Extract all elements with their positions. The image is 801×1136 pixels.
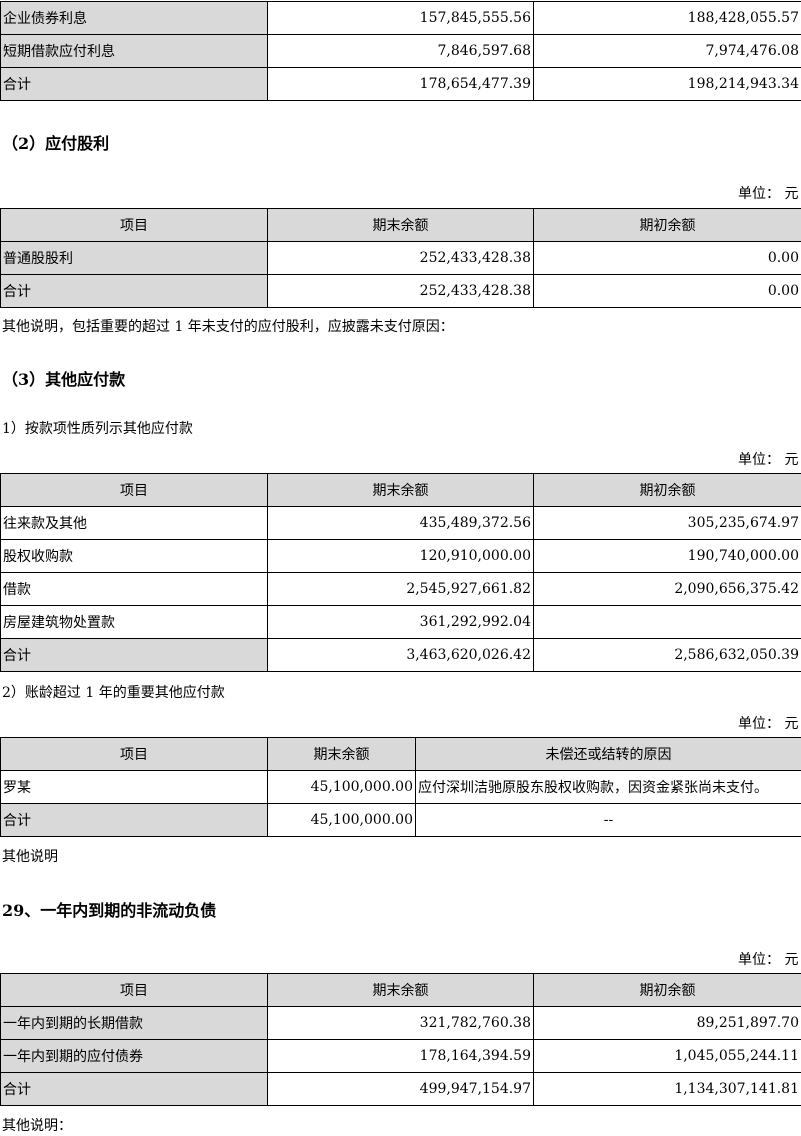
other-payables-note: 其他说明 [2, 849, 58, 865]
row-name: 股权收购款 [0, 539, 268, 573]
row-end-balance: 321,782,760.38 [267, 1006, 534, 1040]
table-header-row: 项目 期末余额 期初余额 [0, 473, 801, 507]
liabilities-note: 其他说明： [2, 1118, 72, 1134]
row-end-balance: 7,846,597.68 [267, 34, 534, 68]
row-end-balance: 157,845,555.56 [267, 1, 534, 35]
table-row: 股权收购款 120,910,000.00 190,740,000.00 [0, 539, 801, 573]
row-end-balance: 45,100,000.00 [267, 803, 416, 837]
row-begin-balance: 0.00 [533, 241, 801, 275]
dividends-note: 其他说明，包括重要的超过 1 年未支付的应付股利，应披露未支付原因： [2, 319, 454, 335]
table-header-row: 项目 期末余额 期初余额 [0, 208, 801, 242]
row-end-balance: 252,433,428.38 [267, 274, 534, 308]
row-end-balance: 3,463,620,026.42 [267, 638, 534, 672]
row-begin-balance [533, 605, 801, 639]
row-begin-balance: 2,586,632,050.39 [533, 638, 801, 672]
row-name: 一年内到期的应付债券 [0, 1039, 268, 1073]
row-name: 合计 [0, 638, 268, 672]
table-header-row: 项目 期末余额 未偿还或结转的原因 [0, 737, 801, 771]
header-item: 项目 [0, 473, 268, 507]
row-name: 借款 [0, 572, 268, 606]
row-name: 一年内到期的长期借款 [0, 1006, 268, 1040]
row-begin-balance: 89,251,897.70 [533, 1006, 801, 1040]
row-name: 房屋建筑物处置款 [0, 605, 268, 639]
row-reason: -- [415, 803, 801, 837]
unit-label: 单位： 元 [738, 952, 799, 968]
row-end-balance: 178,164,394.59 [267, 1039, 534, 1073]
row-name: 短期借款应付利息 [0, 34, 268, 68]
header-reason: 未偿还或结转的原因 [415, 737, 801, 771]
current-portion-noncurrent-liabilities-table: 项目 期末余额 期初余额 一年内到期的长期借款 321,782,760.38 8… [0, 973, 801, 1106]
header-end-balance: 期末余额 [267, 973, 534, 1007]
table-row: 普通股股利 252,433,428.38 0.00 [0, 241, 801, 275]
row-begin-balance: 0.00 [533, 274, 801, 308]
section-title-dividends: （2）应付股利 [2, 134, 110, 153]
unit-label: 单位： 元 [738, 452, 799, 468]
table-row: 合计 178,654,477.39 198,214,943.34 [0, 67, 801, 101]
table-row: 一年内到期的应付债券 178,164,394.59 1,045,055,244.… [0, 1039, 801, 1073]
interest-payable-table: 企业债券利息 157,845,555.56 188,428,055.57 短期借… [0, 1, 801, 101]
header-begin-balance: 期初余额 [533, 473, 801, 507]
row-reason: 应付深圳洁驰原股东股权收购款，因资金紧张尚未支付。 [415, 770, 801, 804]
row-end-balance: 252,433,428.38 [267, 241, 534, 275]
table-row: 罗某 45,100,000.00 应付深圳洁驰原股东股权收购款，因资金紧张尚未支… [0, 770, 801, 804]
header-item: 项目 [0, 973, 268, 1007]
subsection-title-by-nature: 1）按款项性质列示其他应付款 [2, 421, 193, 437]
section-title-other-payables: （3）其他应付款 [2, 370, 126, 389]
table-header-row: 项目 期末余额 期初余额 [0, 973, 801, 1007]
header-item: 项目 [0, 737, 268, 771]
row-begin-balance: 7,974,476.08 [533, 34, 801, 68]
header-item: 项目 [0, 208, 268, 242]
row-begin-balance: 190,740,000.00 [533, 539, 801, 573]
subsection-title-over-one-year: 2）账龄超过 1 年的重要其他应付款 [2, 685, 225, 701]
other-payables-table: 项目 期末余额 期初余额 往来款及其他 435,489,372.56 305,2… [0, 473, 801, 672]
table-row: 合计 3,463,620,026.42 2,586,632,050.39 [0, 638, 801, 672]
dividends-payable-table: 项目 期末余额 期初余额 普通股股利 252,433,428.38 0.00 合… [0, 208, 801, 308]
table-row: 短期借款应付利息 7,846,597.68 7,974,476.08 [0, 34, 801, 68]
row-begin-balance: 1,045,055,244.11 [533, 1039, 801, 1073]
table-row: 一年内到期的长期借款 321,782,760.38 89,251,897.70 [0, 1006, 801, 1040]
section-title-current-noncurrent-liabilities: 29、一年内到期的非流动负债 [2, 901, 217, 920]
table-row: 房屋建筑物处置款 361,292,992.04 [0, 605, 801, 639]
row-end-balance: 361,292,992.04 [267, 605, 534, 639]
row-end-balance: 120,910,000.00 [267, 539, 534, 573]
aged-payables-table: 项目 期末余额 未偿还或结转的原因 罗某 45,100,000.00 应付深圳洁… [0, 737, 801, 837]
row-end-balance: 178,654,477.39 [267, 67, 534, 101]
header-begin-balance: 期初余额 [533, 973, 801, 1007]
table-row: 企业债券利息 157,845,555.56 188,428,055.57 [0, 1, 801, 35]
table-row: 借款 2,545,927,661.82 2,090,656,375.42 [0, 572, 801, 606]
header-end-balance: 期末余额 [267, 473, 534, 507]
row-end-balance: 45,100,000.00 [267, 770, 416, 804]
row-begin-balance: 305,235,674.97 [533, 506, 801, 540]
unit-label: 单位： 元 [738, 186, 799, 202]
row-name: 往来款及其他 [0, 506, 268, 540]
row-name: 合计 [0, 67, 268, 101]
row-name: 普通股股利 [0, 241, 268, 275]
row-begin-balance: 198,214,943.34 [533, 67, 801, 101]
table-row: 合计 252,433,428.38 0.00 [0, 274, 801, 308]
row-name: 罗某 [0, 770, 268, 804]
header-end-balance: 期末余额 [267, 737, 416, 771]
row-end-balance: 2,545,927,661.82 [267, 572, 534, 606]
row-begin-balance: 1,134,307,141.81 [533, 1072, 801, 1106]
table-row: 往来款及其他 435,489,372.56 305,235,674.97 [0, 506, 801, 540]
row-end-balance: 435,489,372.56 [267, 506, 534, 540]
table-row: 合计 45,100,000.00 -- [0, 803, 801, 837]
header-end-balance: 期末余额 [267, 208, 534, 242]
table-row: 合计 499,947,154.97 1,134,307,141.81 [0, 1072, 801, 1106]
row-name: 企业债券利息 [0, 1, 268, 35]
row-begin-balance: 188,428,055.57 [533, 1, 801, 35]
row-name: 合计 [0, 274, 268, 308]
row-end-balance: 499,947,154.97 [267, 1072, 534, 1106]
header-begin-balance: 期初余额 [533, 208, 801, 242]
unit-label: 单位： 元 [738, 716, 799, 732]
row-begin-balance: 2,090,656,375.42 [533, 572, 801, 606]
row-name: 合计 [0, 1072, 268, 1106]
row-name: 合计 [0, 803, 268, 837]
